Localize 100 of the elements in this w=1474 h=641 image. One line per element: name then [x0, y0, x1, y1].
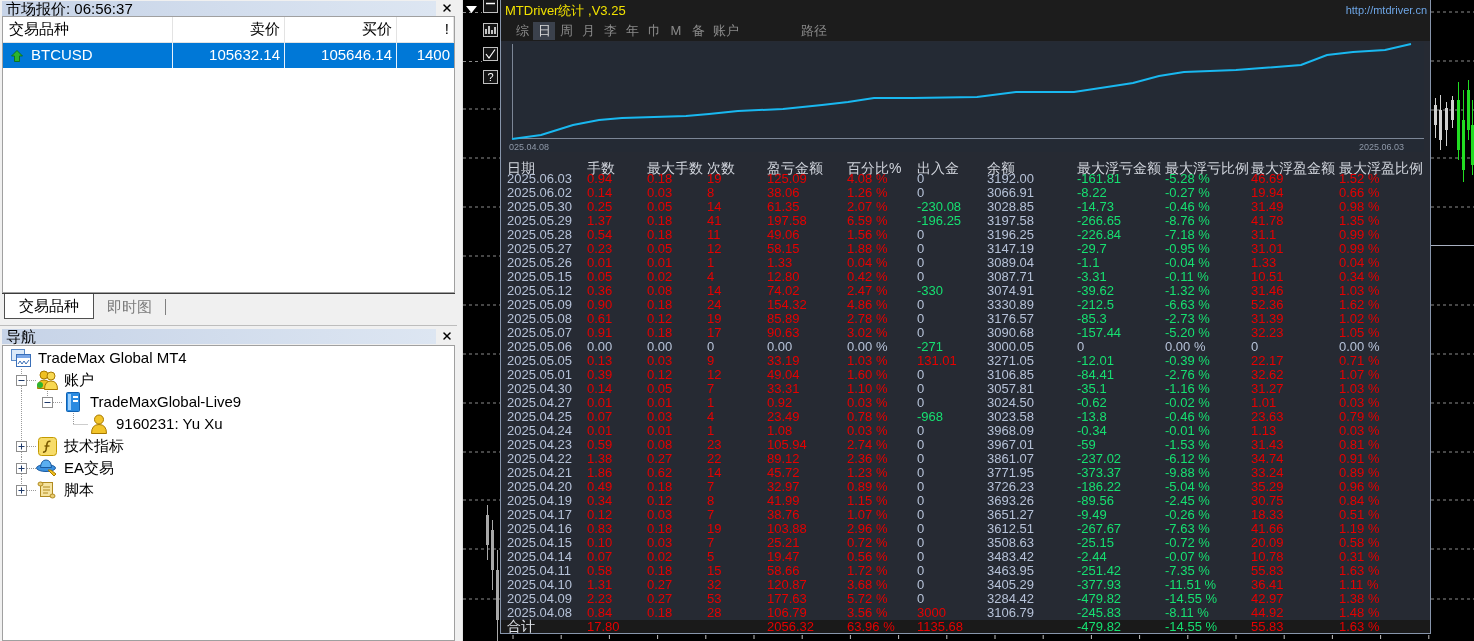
collapse-icon[interactable]: [42, 397, 53, 408]
column-header[interactable]: !: [444, 18, 449, 41]
table-cell: 0.27: [647, 591, 673, 606]
tree-item[interactable]: 9160231: Yu Xu: [116, 414, 223, 434]
table-cell: 2025.04.10: [507, 577, 573, 592]
tree-item[interactable]: 脚本: [64, 480, 94, 500]
table-cell: 31.1: [1251, 227, 1277, 242]
tab[interactable]: 巾: [643, 22, 665, 40]
table-cell: 3057.81: [987, 381, 1034, 396]
table-cell: 10.51: [1251, 269, 1284, 284]
tab[interactable]: 交易品种: [4, 294, 94, 319]
table-cell: 3089.04: [987, 255, 1034, 270]
table-cell: 0.71 %: [1339, 353, 1380, 368]
table-cell: 33.19: [767, 353, 800, 368]
minus-icon[interactable]: [483, 0, 498, 13]
table-cell: -39.62: [1077, 283, 1114, 298]
server-icon: [65, 392, 81, 412]
tree-item[interactable]: EA交易: [64, 458, 114, 478]
collapse-icon[interactable]: [16, 375, 27, 386]
table-cell: 2025.05.28: [507, 227, 573, 242]
table-cell: 0.03 %: [847, 395, 888, 410]
expand-icon[interactable]: [16, 485, 27, 496]
tree-item[interactable]: TradeMax Global MT4: [38, 348, 187, 368]
table-cell: 0.00 %: [1339, 339, 1380, 354]
table-cell: 2025.05.06: [507, 339, 573, 354]
table-cell: 1: [707, 255, 715, 270]
table-cell: 23: [707, 437, 722, 452]
table-cell: 22.17: [1251, 353, 1284, 368]
hat-icon: [36, 458, 58, 478]
tab[interactable]: M: [665, 22, 687, 40]
table-cell: 2025.05.29: [507, 213, 573, 228]
tab[interactable]: 周: [555, 22, 577, 40]
table-cell: 3463.95: [987, 563, 1034, 578]
table-cell: 0.12: [587, 507, 613, 522]
bar-chart-icon[interactable]: [483, 23, 498, 37]
tab[interactable]: 李: [599, 22, 621, 40]
table-cell: -2.73 %: [1165, 311, 1210, 326]
table-cell: 2056.32: [767, 619, 814, 634]
close-icon[interactable]: [440, 330, 453, 342]
table-cell: 0.81 %: [1339, 437, 1380, 452]
users-icon: [36, 370, 58, 390]
table-cell: -0.02 %: [1165, 395, 1210, 410]
scroll-icon: [37, 480, 57, 500]
table-cell: 19: [707, 521, 722, 536]
tab[interactable]: 账户: [709, 22, 743, 40]
table-cell: 1.01: [1251, 395, 1277, 410]
path-button[interactable]: 路径: [797, 22, 831, 40]
table-cell: -25.15: [1077, 535, 1114, 550]
tab[interactable]: 即时图: [94, 299, 166, 315]
tab[interactable]: 年: [621, 22, 643, 40]
table-cell: 0.08: [647, 437, 673, 452]
table-cell: 30.75: [1251, 493, 1284, 508]
table-cell: 14: [707, 283, 722, 298]
table-cell: 85.89: [767, 311, 800, 326]
tab[interactable]: 月: [577, 22, 599, 40]
table-cell: 12: [707, 241, 722, 256]
caret-icon[interactable]: [466, 6, 477, 13]
table-cell: 2025.04.15: [507, 535, 573, 550]
table-cell: 0: [917, 535, 925, 550]
help-button[interactable]: ?: [483, 70, 498, 84]
table-cell: -237.02: [1077, 451, 1122, 466]
tree-item[interactable]: 账户: [64, 370, 94, 390]
column-header[interactable]: 卖价: [250, 18, 280, 41]
table-cell: 0.07: [587, 549, 613, 564]
table-cell: 12.80: [767, 269, 800, 284]
table-cell: 55.83: [1251, 563, 1284, 578]
tab[interactable]: 综: [511, 22, 533, 40]
table-cell: 3087.71: [987, 269, 1034, 284]
table-cell: 0.05: [647, 241, 673, 256]
table-cell: 58.15: [767, 241, 800, 256]
table-cell: 2025.05.08: [507, 311, 573, 326]
website-link[interactable]: http://mtdriver.cn: [1345, 2, 1427, 19]
tree-item[interactable]: TradeMaxGlobal-Live9: [90, 392, 242, 412]
table-cell: 2025.05.07: [507, 325, 573, 340]
table-cell: 1.35 %: [1339, 213, 1380, 228]
table-cell: 14: [707, 465, 722, 480]
column-header[interactable]: 交易品种: [9, 18, 69, 41]
table-cell: 9: [707, 353, 715, 368]
table-cell: 0.05: [647, 381, 673, 396]
check-icon[interactable]: [483, 47, 498, 61]
table-cell: 3284.42: [987, 591, 1034, 606]
expand-icon[interactable]: [16, 463, 27, 474]
table-cell: 0.03 %: [1339, 395, 1380, 410]
table-cell: 1.23 %: [847, 465, 888, 480]
tab[interactable]: 日: [533, 22, 555, 40]
table-cell: -35.1: [1077, 381, 1107, 396]
tree-item[interactable]: 技术指标: [64, 436, 124, 456]
table-cell: 7: [707, 479, 715, 494]
table-cell: -13.8: [1077, 409, 1107, 424]
tab[interactable]: 备: [687, 22, 709, 40]
expand-icon[interactable]: [16, 441, 27, 452]
column-header[interactable]: 买价: [362, 18, 392, 41]
close-icon[interactable]: [440, 2, 453, 14]
table-cell: 1.03 %: [847, 353, 888, 368]
table-cell: 1.48 %: [1339, 605, 1380, 620]
quote-row[interactable]: BTCUSD 105632.14 105646.14 1400: [3, 43, 454, 68]
table-cell: -186.22: [1077, 479, 1122, 494]
table-cell: 3.02 %: [847, 325, 888, 340]
table-cell: 1.07 %: [1339, 367, 1380, 382]
table-cell: 28: [707, 605, 722, 620]
